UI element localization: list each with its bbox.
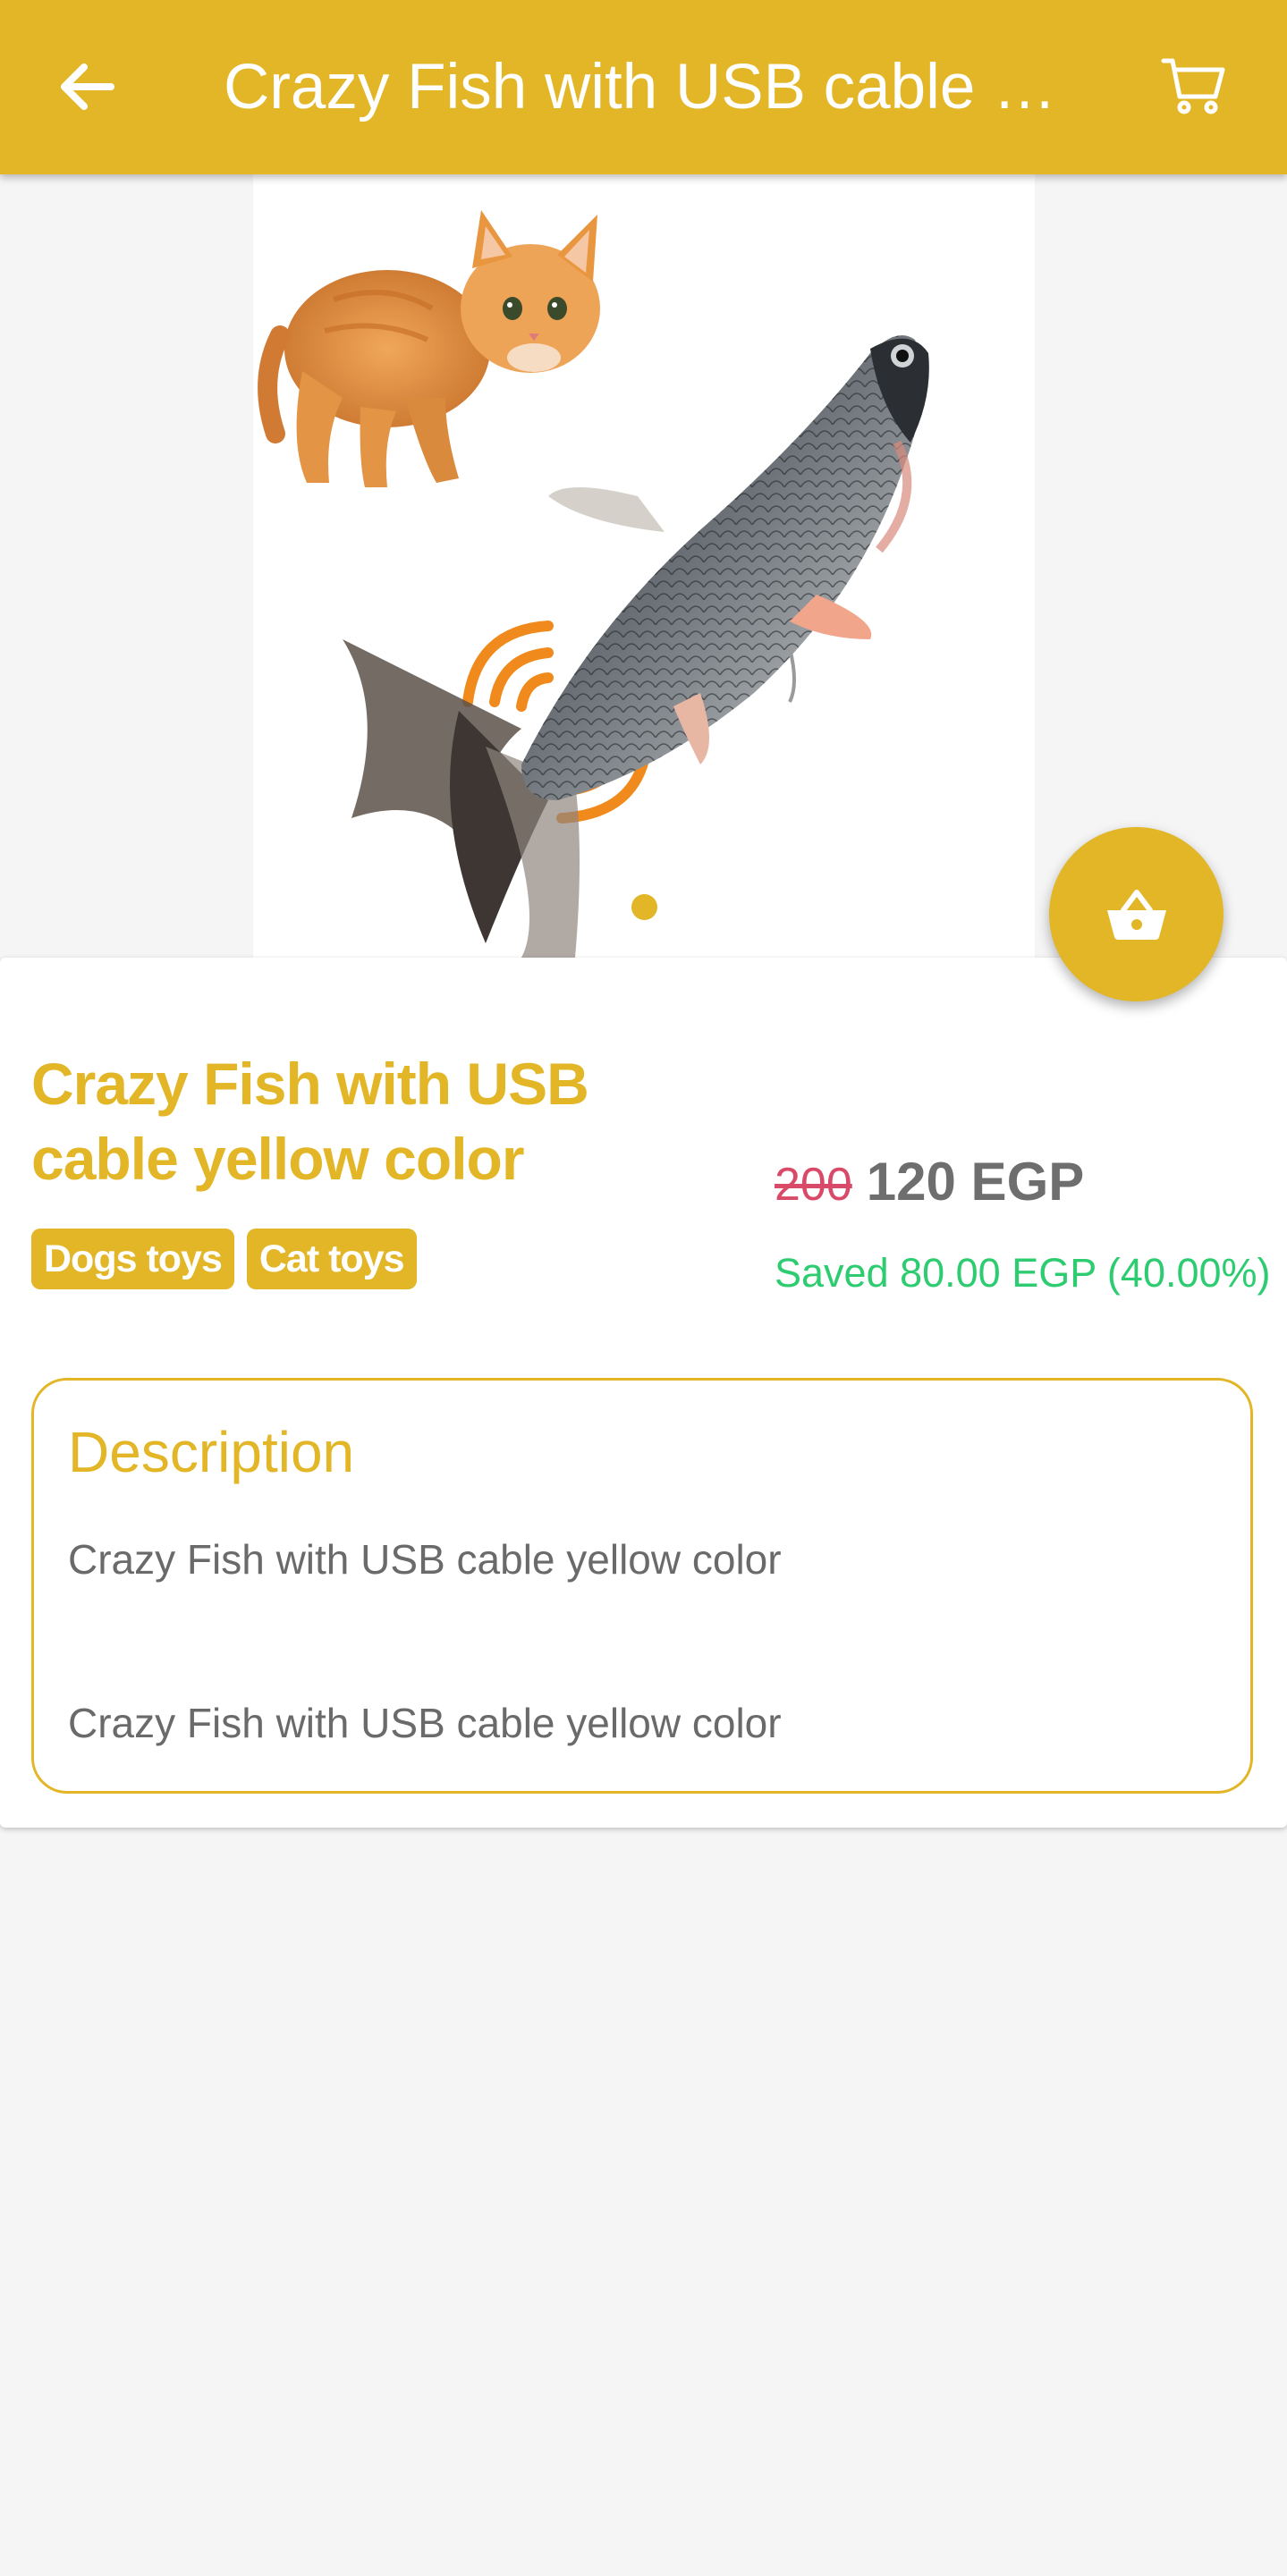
page-title: Crazy Fish with USB cable yel… [224,52,1073,122]
original-price: 200 [775,1159,852,1211]
app-bar: Crazy Fish with USB cable yel… [0,0,1287,174]
add-to-basket-button[interactable] [1049,827,1223,1001]
tag-dogs-toys[interactable]: Dogs toys [31,1229,234,1289]
current-price: 120 EGP [866,1152,1085,1212]
basket-icon [1106,889,1166,940]
product-name: Crazy Fish with USB cable yellow color [31,1051,589,1192]
tag-cat-toys[interactable]: Cat toys [246,1229,417,1289]
product-image-carousel[interactable] [253,174,1035,958]
category-tags: Dogs toys Cat toys [31,1229,417,1289]
cart-button[interactable] [1154,51,1234,122]
arrow-left-icon [61,63,114,110]
description-text: Crazy Fish with USB cable yellow color [68,1700,782,1746]
product-image [253,174,1035,958]
back-button[interactable] [52,55,120,118]
description-box: Description Crazy Fish with USB cable ye… [31,1378,1253,1794]
savings-label: Saved 80.00 EGP (40.00%) [775,1250,1271,1296]
description-text: Crazy Fish with USB cable yellow color [68,1536,782,1583]
carousel-page-indicator [631,894,657,920]
description-title: Description [68,1420,355,1484]
cart-icon [1161,58,1225,114]
price-row: 200 120 EGP [775,1150,1084,1229]
